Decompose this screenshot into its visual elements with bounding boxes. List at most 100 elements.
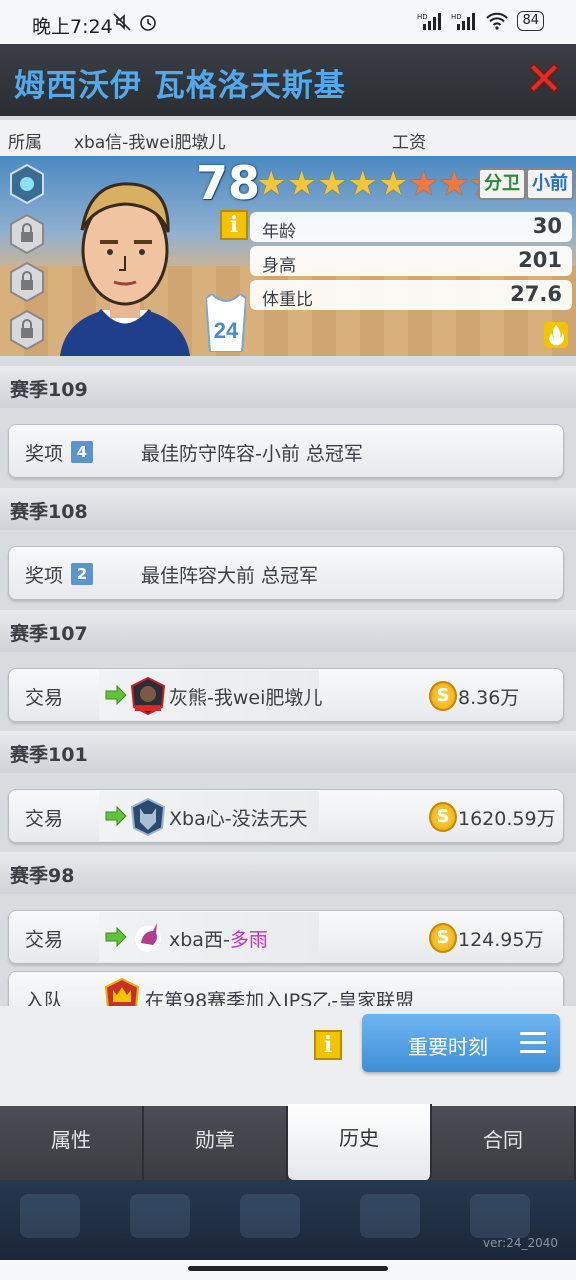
season-header: 赛季107	[0, 610, 576, 652]
trade-amount: 124.95万	[458, 929, 544, 951]
team-label: 所属	[8, 133, 42, 153]
star-icon: ★	[286, 164, 317, 204]
stat-label: 年龄	[262, 222, 296, 242]
tab-bar: 属性 勋章 历史 合同	[0, 1104, 576, 1180]
trade-team: Xba心-没法无天	[169, 808, 308, 830]
season-header: 赛季101	[0, 731, 576, 773]
history-row-trade[interactable]: 交易 灰熊-我wei肥墩儿 S 8.36万	[8, 668, 564, 722]
award-desc: 最佳阵容大前 总冠军	[141, 565, 319, 587]
lock-icon[interactable]	[10, 214, 44, 254]
row-type: 交易	[25, 929, 64, 951]
footer-decoration	[470, 1194, 530, 1238]
tab-history[interactable]: 历史	[288, 1104, 432, 1180]
info-icon[interactable]: i	[314, 1030, 342, 1060]
signal-hd-icon: HD	[451, 13, 476, 30]
jersey-icon: 24	[206, 294, 246, 352]
star-icon: ★	[316, 164, 348, 204]
star-icon: ★	[438, 164, 470, 204]
trade-amount: 1620.59万	[458, 808, 556, 830]
tab-attributes[interactable]: 属性	[0, 1106, 144, 1180]
stat-label: 身高	[262, 256, 296, 276]
flame-icon[interactable]	[544, 322, 568, 348]
menu-icon	[520, 1032, 546, 1054]
svg-text:HD: HD	[451, 13, 462, 21]
star-icon: ★	[377, 164, 409, 204]
team-value: xba信-我wei肥墩儿	[74, 133, 226, 153]
position-badge-secondary[interactable]: 小前	[526, 168, 574, 200]
stat-value: 27.6	[510, 282, 562, 306]
star-icon: ★	[256, 164, 287, 204]
award-count-badge: 2	[71, 563, 93, 585]
team-info-bar: 所属 xba信-我wei肥墩儿 工资	[0, 120, 576, 156]
wolf-team-logo-icon	[131, 798, 165, 836]
stat-weight-ratio: 体重比 27.6	[250, 280, 572, 310]
tab-contract[interactable]: 合同	[432, 1106, 576, 1180]
close-x-icon[interactable]	[524, 58, 564, 98]
stat-value: 201	[518, 248, 562, 272]
unicorn-team-logo-icon	[135, 923, 161, 952]
player-rating: 78	[196, 156, 261, 210]
signal-hd-icon: HD	[417, 13, 442, 30]
home-indicator[interactable]	[188, 1266, 388, 1271]
mute-icon	[113, 13, 131, 31]
bottom-panel: i 重要时刻	[0, 1006, 576, 1106]
player-name: 姆西沃伊 瓦格洛夫斯基	[14, 68, 346, 104]
award-count-badge: 4	[71, 441, 93, 463]
stat-age: 年龄 30	[250, 212, 572, 242]
stat-label: 体重比	[262, 290, 313, 310]
trade-team: 灰熊-我wei肥墩儿	[169, 687, 323, 709]
history-row-award[interactable]: 奖项 4 最佳防守阵容-小前 总冠军	[8, 424, 564, 478]
arrow-right-icon	[105, 685, 127, 705]
trade-team: xba西-多雨	[169, 929, 268, 951]
award-desc: 最佳防守阵容-小前 总冠军	[141, 443, 363, 465]
jersey-number: 24	[214, 318, 239, 343]
status-time: 晚上7:24	[32, 16, 113, 38]
row-type: 交易	[25, 808, 64, 830]
svg-text:HD: HD	[417, 13, 428, 21]
lock-icon[interactable]	[10, 310, 44, 350]
lock-icon[interactable]	[10, 262, 44, 302]
key-moments-button[interactable]: 重要时刻	[362, 1014, 560, 1072]
coin-icon: S	[429, 802, 457, 832]
position-badge-primary[interactable]: 分卫	[478, 168, 526, 200]
coin-icon: S	[429, 923, 457, 953]
bear-team-logo-icon	[131, 677, 165, 715]
system-nav-bar	[0, 1260, 576, 1280]
star-icon: ★	[408, 164, 439, 204]
battery-icon: 84	[517, 11, 544, 31]
key-moments-label: 重要时刻	[408, 1035, 488, 1059]
trade-amount: 8.36万	[458, 687, 520, 709]
stat-height: 身高 201	[250, 246, 572, 276]
wifi-icon	[486, 12, 509, 30]
footer-decoration	[240, 1194, 300, 1238]
footer-decoration	[20, 1194, 80, 1238]
player-portrait	[60, 182, 190, 356]
season-header: 赛季98	[0, 852, 576, 894]
star-icon: ★	[347, 164, 378, 204]
season-header: 赛季109	[0, 366, 576, 408]
footer: ver:24_2040	[0, 1180, 576, 1260]
footer-decoration	[360, 1194, 420, 1238]
history-row-trade[interactable]: 交易 xba西-多雨 S 124.95万	[8, 910, 564, 964]
hexagon-badge-icon[interactable]	[10, 164, 44, 204]
salary-label: 工资	[392, 133, 426, 153]
season-header: 赛季108	[0, 488, 576, 530]
row-type: 奖项	[25, 443, 64, 465]
status-bar: 晚上7:24 HD HD 84	[0, 0, 576, 44]
star-rating: ★★★★★★★★	[256, 166, 500, 202]
header: 姆西沃伊 瓦格洛夫斯基	[0, 44, 576, 116]
history-row-award[interactable]: 奖项 2 最佳阵容大前 总冠军	[8, 546, 564, 600]
coin-icon: S	[429, 681, 457, 711]
player-card: 78 ★★★★★★★★ 分卫 小前 i 年龄 30 身高 201 体重比 27.…	[0, 156, 576, 356]
footer-decoration	[130, 1194, 190, 1238]
alarm-icon	[140, 15, 156, 31]
history-row-trade[interactable]: 交易 Xba心-没法无天 S 1620.59万	[8, 789, 564, 843]
arrow-right-icon	[105, 927, 127, 947]
arrow-right-icon	[105, 806, 127, 826]
info-icon[interactable]: i	[220, 210, 248, 240]
row-type: 交易	[25, 687, 64, 709]
tab-badges[interactable]: 勋章	[144, 1106, 288, 1180]
version-label: ver:24_2040	[482, 1236, 558, 1250]
stat-value: 30	[532, 214, 562, 238]
row-type: 奖项	[25, 565, 64, 587]
